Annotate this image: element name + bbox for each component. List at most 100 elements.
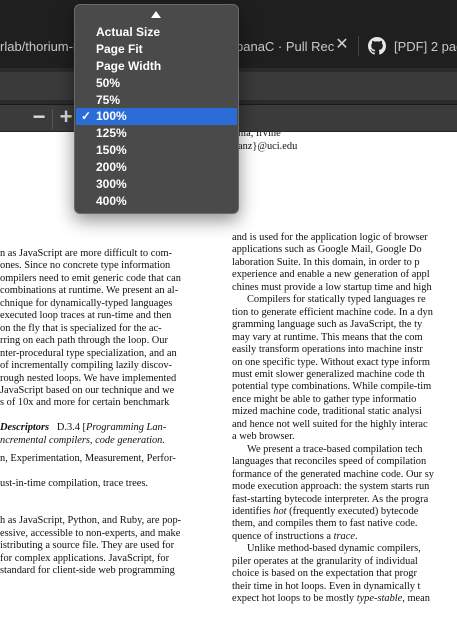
text-line: and is used for the application logic of… xyxy=(232,232,428,243)
text-run: (frequently executed) bytecode xyxy=(286,505,419,517)
text-line: Unlike method-based dynamic compilers, xyxy=(247,543,421,555)
text-line: rough nested loops. We have implemented xyxy=(0,372,177,384)
text-line: quence of instructions a trace. xyxy=(232,531,457,543)
tab-title: [PDF] 2 pag xyxy=(394,38,457,54)
zoom-option-label: 150% xyxy=(96,143,127,158)
text-line: standard for client-side web programming xyxy=(0,565,175,577)
text-line: fast-starting bytecode interpreter. As t… xyxy=(232,493,429,505)
descriptors-heading: Descriptors xyxy=(0,422,50,434)
text-line: istributing a source file. They are used… xyxy=(0,540,175,552)
keywords-line: ust-in-time compilation, trace trees. xyxy=(0,478,149,490)
zoom-option-label: 400% xyxy=(96,193,127,208)
text-line: choice is based on the expectation that … xyxy=(232,568,417,580)
zoom-option-400[interactable]: 400% xyxy=(75,193,238,210)
text-line: their time in hot loops. Even in dynamic… xyxy=(232,580,421,592)
text-line: languages that reconciles speed of compi… xyxy=(232,456,427,468)
zoom-option-label: 125% xyxy=(96,126,127,141)
zoom-option-300[interactable]: 300% xyxy=(75,176,238,193)
right-column: and is used for the application logic of… xyxy=(232,232,457,606)
general-terms-line: n, Experimentation, Measurement, Perfor- xyxy=(0,453,176,465)
descriptors-category: Programming Lan- xyxy=(86,422,167,434)
text-run: , mean xyxy=(402,593,430,605)
zoom-option-label: Page Fit xyxy=(96,41,143,56)
text-run: . xyxy=(354,530,358,542)
author-affiliation: nia, Irvine anz}@uci.edu xyxy=(238,132,297,153)
text-line: on the fly that is specialized for the a… xyxy=(0,322,162,334)
text-line: h as JavaScript, Python, and Ruby, are p… xyxy=(0,515,182,527)
zoom-option-actual-size[interactable]: Actual Size xyxy=(75,24,238,41)
text-line: applications such as Google Mail, Google… xyxy=(232,244,422,256)
zoom-option-page-width[interactable]: Page Width xyxy=(75,58,238,75)
zoom-option-label: 50% xyxy=(96,75,121,90)
text-line: on one specific type. Without exact type… xyxy=(232,356,430,368)
text-line: JavaScript based on our technique and we xyxy=(0,384,175,396)
text-line: ones. Since no concrete type information xyxy=(0,260,171,272)
text-line: combinations at runtime. We present an a… xyxy=(0,285,179,297)
text-line: easily transform operations into machine… xyxy=(232,344,423,356)
text-line: piler operates at the granularity of ind… xyxy=(232,555,418,567)
zoom-option-100[interactable]: ✓ 100% xyxy=(76,108,237,126)
tab-title: rlab/thorium-r xyxy=(0,38,78,54)
text-line: executed loop traces at run-time and the… xyxy=(0,310,172,322)
text-line: n as JavaScript are more difficult to co… xyxy=(0,248,173,259)
zoom-option-label: Actual Size xyxy=(96,25,161,39)
affiliation-line: nia, Irvine xyxy=(238,132,281,139)
text-run: identifies xyxy=(232,505,274,517)
text-line: may vary at runtime. This means that the… xyxy=(232,331,423,343)
zoom-option-label: Page Width xyxy=(96,58,162,73)
zoom-option-50[interactable]: 50% xyxy=(75,75,238,92)
zoom-option-page-fit[interactable]: Page Fit xyxy=(75,41,238,58)
text-run: expect hot loops to be mostly xyxy=(232,593,357,605)
text-run: quence of instructions a xyxy=(232,530,334,542)
zoom-menu-list: Actual Size Page Fit Page Width 50% 75% ✓ 100%… xyxy=(75,24,238,210)
text-line: mized machine code, traditional static a… xyxy=(232,406,422,418)
text-line: nter-procedural type specialization, and… xyxy=(0,347,177,359)
text-line: ompilers need to emit generic code that … xyxy=(0,272,181,284)
zoom-option-label: 75% xyxy=(96,92,121,107)
text-line: and hence not well suited for the highly… xyxy=(232,418,428,430)
close-tab-icon[interactable]: ✕ xyxy=(334,37,350,53)
text-run-italic: hot xyxy=(273,505,287,517)
text-run-italic: type-stable xyxy=(356,593,403,605)
text-line: identifies hot (frequently executed) byt… xyxy=(232,506,457,518)
zoom-option-label: 100% xyxy=(96,109,127,124)
text-line: them, and compiles them to fast native c… xyxy=(232,518,418,530)
zoom-option-75[interactable]: 75% xyxy=(75,92,238,109)
zoom-option-label: 300% xyxy=(96,177,127,192)
zoom-out-button[interactable]: − xyxy=(27,106,51,130)
zoom-option-200[interactable]: 200% xyxy=(75,159,238,176)
text-line: ncremental compilers, code generation. xyxy=(0,434,165,446)
text-line: for complex applications. JavaScript, fo… xyxy=(0,552,170,564)
text-line: rring on each path through the loop. Our xyxy=(0,335,168,347)
affiliation-line: anz}@uci.edu xyxy=(238,140,298,152)
text-line: tion to generate efficient machine code.… xyxy=(232,306,433,318)
scroll-up-arrow-icon[interactable] xyxy=(151,11,161,18)
text-line: essive, accessible to non-experts, and m… xyxy=(0,527,181,539)
zoom-menu: Actual Size Page Fit Page Width 50% 75% ✓ 100%… xyxy=(74,4,239,214)
zoom-option-150[interactable]: 150% xyxy=(75,142,238,159)
checkmark-icon: ✓ xyxy=(81,109,92,124)
text-line: expect hot loops to be mostly type-stabl… xyxy=(232,593,457,605)
text-line: must emit slower generalized machine cod… xyxy=(232,368,425,380)
left-column: n as JavaScript are more difficult to co… xyxy=(0,248,201,578)
github-icon xyxy=(368,37,386,55)
text-line: chnique for dynamically-typed languages xyxy=(0,297,173,309)
toolbar-divider xyxy=(52,109,53,129)
text-line: gramming language such as JavaScript, th… xyxy=(232,319,423,331)
zoom-option-125[interactable]: 125% xyxy=(75,125,238,142)
text-line: Compilers for statically typed languages… xyxy=(247,294,426,306)
descriptors-line: Descriptors D.3.4 [Programming Lan- xyxy=(0,422,201,434)
text-line: a web browser. xyxy=(232,431,295,443)
tab-thorium[interactable]: rlab/thorium-r xyxy=(0,32,80,60)
tab-divider xyxy=(358,36,359,56)
text-line: s of 10x and more for certain benchmark xyxy=(0,397,170,409)
text-line: We present a trace-based compilation tec… xyxy=(247,443,423,455)
text-line: laboration Suite. In this domain, in ord… xyxy=(232,256,420,268)
tab-title: panaC · Pull Rec xyxy=(236,38,335,54)
text-line: experience and enable a new generation o… xyxy=(232,269,430,281)
tab-pdf[interactable]: [PDF] 2 pag xyxy=(366,32,457,60)
text-run-italic: trace xyxy=(333,530,355,542)
text-line: formance of the generated machine code. … xyxy=(232,468,434,480)
descriptors-code: D.3.4 [ xyxy=(56,422,87,434)
zoom-option-label: 200% xyxy=(96,160,127,175)
